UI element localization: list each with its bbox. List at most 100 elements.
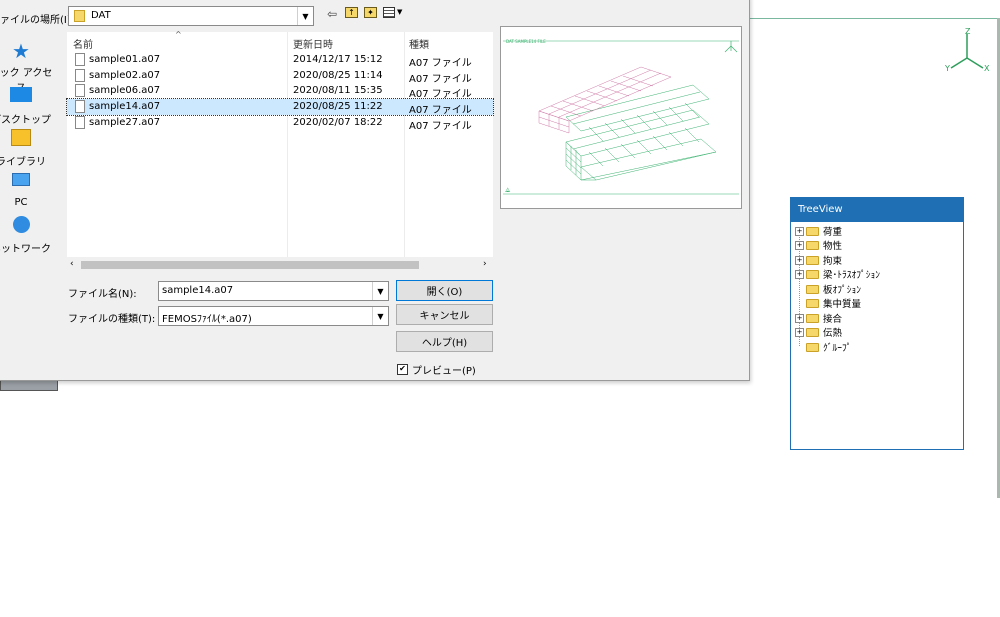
folder-icon <box>806 226 819 236</box>
place-label: PC <box>14 197 28 208</box>
expand-plus-icon[interactable]: + <box>795 269 804 279</box>
column-header-date[interactable]: 更新日時 <box>293 36 333 51</box>
filetype-value: FEMOSﾌｧｲﾙ(*.a07) <box>162 314 252 325</box>
tree-item-label: 物性 <box>823 241 843 252</box>
place-pc[interactable]: PC <box>0 170 54 208</box>
file-icon <box>75 53 85 66</box>
file-list[interactable]: ^ 名前 更新日時 種類 sample01.a07 2014/12/17 15:… <box>66 30 494 273</box>
file-date: 2020/02/07 18:22 <box>293 117 383 128</box>
filetype-select[interactable]: FEMOSﾌｧｲﾙ(*.a07) ▼ <box>158 306 389 326</box>
file-icon <box>75 69 85 82</box>
scroll-left-icon[interactable]: ‹ <box>70 259 74 269</box>
place-label: デスクトップ <box>0 115 51 126</box>
chevron-down-icon[interactable]: ▼ <box>297 7 313 25</box>
horizontal-scrollbar[interactable]: ‹ › <box>67 257 493 273</box>
help-button[interactable]: ヘルプ(H) <box>396 331 493 352</box>
expand-plus-icon[interactable]: + <box>795 255 804 265</box>
view-menu-chevron-icon[interactable]: ▼ <box>397 8 402 16</box>
look-in-label: ァイルの場所(I): <box>0 15 75 26</box>
tree-item-load[interactable]: + 荷重 <box>795 224 842 238</box>
mesh-preview-image: DAT SAMPLE14 FILE ⟁ <box>503 39 739 195</box>
folder-icon <box>806 255 819 265</box>
tree-item-material[interactable]: + 物性 <box>795 238 842 252</box>
up-folder-icon[interactable]: ↑ <box>345 7 358 18</box>
chevron-down-icon[interactable]: ▼ <box>372 307 388 325</box>
library-icon <box>9 129 33 151</box>
tree-item-label: 拘束 <box>823 256 843 267</box>
tree-item-constraint[interactable]: + 拘束 <box>795 253 842 267</box>
column-header-type[interactable]: 種類 <box>409 36 429 51</box>
file-date: 2020/08/25 11:22 <box>293 101 383 112</box>
preview-pane: DAT SAMPLE14 FILE ⟁ <box>500 26 742 209</box>
folder-icon <box>806 313 819 323</box>
folder-icon <box>806 284 819 294</box>
tree-item-label: 荷重 <box>823 227 843 238</box>
filename-label: ファイル名(N): <box>68 289 137 300</box>
tree-item-label: 集中質量 <box>823 299 862 310</box>
look-in-combobox[interactable]: DAT ▼ <box>68 6 314 26</box>
file-icon <box>75 100 85 113</box>
file-row-selected[interactable]: sample14.a07 2020/08/25 11:22 A07 ファイル <box>66 98 494 116</box>
file-type: A07 ファイル <box>409 105 472 116</box>
tree-item-heat-transfer[interactable]: + 伝熱 <box>795 325 842 339</box>
preview-origin-icon: ⟁ <box>505 187 511 194</box>
place-library[interactable]: ライブラリ <box>0 127 54 168</box>
quick-access-star-icon: ★ <box>12 39 30 63</box>
file-row[interactable]: sample27.a07 2020/02/07 18:22 A07 ファイル <box>67 115 493 132</box>
tree-item-group[interactable]: ｸﾞﾙｰﾌﾟ <box>806 340 852 354</box>
place-network[interactable]: ネットワーク <box>0 214 54 255</box>
expand-plus-icon[interactable]: + <box>795 240 804 250</box>
place-label: ライブラリ <box>0 157 46 168</box>
scroll-right-icon[interactable]: › <box>483 259 487 269</box>
axis-x-label: X <box>984 64 990 73</box>
tree-item-label: 接合 <box>823 314 843 325</box>
scrollbar-thumb[interactable] <box>81 261 419 269</box>
file-icon <box>75 116 85 129</box>
preview-toggle[interactable]: ✔ プレビュー(P) <box>397 362 476 377</box>
folder-icon <box>806 342 819 352</box>
file-date: 2014/12/17 15:12 <box>293 54 383 65</box>
tree-item-label: 板ｵﾌﾟｼｮﾝ <box>823 285 862 296</box>
file-date: 2020/08/25 11:14 <box>293 70 383 81</box>
file-date: 2020/08/11 15:35 <box>293 85 383 96</box>
axis-z-label: Z <box>965 27 971 36</box>
tree-item-lumped-mass[interactable]: 集中質量 <box>806 296 861 310</box>
pc-icon <box>9 173 33 195</box>
sort-ascending-icon: ^ <box>175 30 182 39</box>
expand-plus-icon[interactable]: + <box>795 226 804 236</box>
place-desktop[interactable]: デスクトップ <box>0 84 54 126</box>
folder-icon <box>806 327 819 337</box>
folder-icon <box>74 10 85 22</box>
tree-item-label: ｸﾞﾙｰﾌﾟ <box>823 343 852 354</box>
view-menu-icon[interactable] <box>383 7 395 18</box>
preview-checkbox[interactable]: ✔ <box>397 364 408 375</box>
chevron-down-icon[interactable]: ▼ <box>372 282 388 300</box>
file-name: sample06.a07 <box>89 85 161 96</box>
file-row[interactable]: sample01.a07 2014/12/17 15:12 A07 ファイル <box>67 52 493 69</box>
expand-plus-icon[interactable]: + <box>795 327 804 337</box>
file-type: A07 ファイル <box>409 58 472 69</box>
folder-icon <box>806 269 819 279</box>
new-folder-icon[interactable]: ✦ <box>364 7 377 18</box>
file-row[interactable]: sample06.a07 2020/08/11 15:35 A07 ファイル <box>67 83 493 100</box>
file-name: sample01.a07 <box>89 54 161 65</box>
file-type: A07 ファイル <box>409 89 472 100</box>
file-name: sample14.a07 <box>89 101 161 112</box>
folder-icon <box>806 298 819 308</box>
back-arrow-icon[interactable]: ⇦ <box>327 7 337 21</box>
preview-checkbox-label: プレビュー(P) <box>412 366 476 377</box>
file-type: A07 ファイル <box>409 121 472 132</box>
file-row[interactable]: sample02.a07 2020/08/25 11:14 A07 ファイル <box>67 68 493 85</box>
network-icon <box>9 216 33 238</box>
look-in-value: DAT <box>91 10 111 21</box>
tree-item-label: 梁･ﾄﾗｽｵﾌﾟｼｮﾝ <box>823 270 881 281</box>
tree-item-plate-option[interactable]: 板ｵﾌﾟｼｮﾝ <box>806 282 861 296</box>
tree-item-joint[interactable]: + 接合 <box>795 311 842 325</box>
column-header-name[interactable]: 名前 <box>73 36 93 51</box>
open-button[interactable]: 開く(O) <box>396 280 493 301</box>
cancel-button[interactable]: キャンセル <box>396 304 493 325</box>
expand-plus-icon[interactable]: + <box>795 313 804 323</box>
treeview-title: TreeView <box>791 198 963 222</box>
filename-input[interactable]: sample14.a07 ▼ <box>158 281 389 301</box>
tree-item-beam-truss-option[interactable]: + 梁･ﾄﾗｽｵﾌﾟｼｮﾝ <box>795 267 880 281</box>
